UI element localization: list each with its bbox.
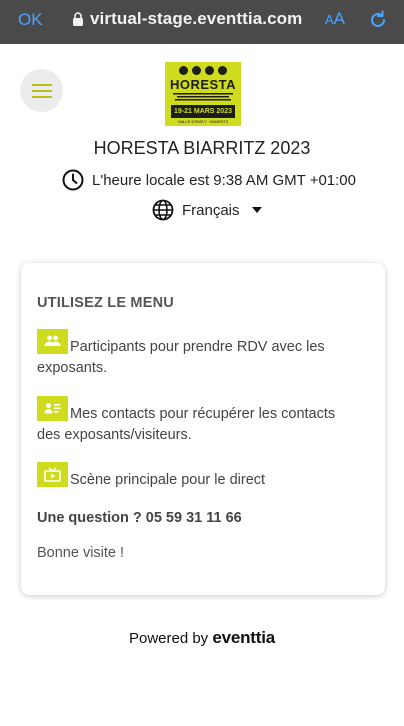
browser-bar: OK virtual-stage.eventtia.com AA: [0, 0, 404, 44]
card-heading: UTILISEZ LE MENU: [37, 295, 174, 311]
contacts-icon: [37, 396, 68, 421]
logo-dot-icon: [218, 66, 227, 75]
logo-date: 19-21 MARS 2023: [171, 105, 235, 118]
logo-word: HORESTA: [169, 77, 237, 92]
info-item-text: Mes contacts pour récupérer les contacts…: [37, 406, 336, 443]
question-text: Une question ? 05 59 31 11 66: [37, 510, 242, 526]
info-item-contacts: Mes contacts pour récupérer les contacts…: [37, 396, 357, 446]
url-text: virtual-stage.eventtia.com: [90, 9, 303, 28]
logo-tagline-lines: [173, 93, 233, 101]
caret-down-icon: [251, 207, 262, 213]
info-card: UTILISEZ LE MENU Participants pour prend…: [21, 263, 385, 595]
globe-icon: [152, 199, 174, 221]
eventtia-logo: eventtia: [212, 628, 276, 647]
menu-button[interactable]: [20, 69, 63, 112]
info-item-text: Scène principale pour le direct: [70, 472, 266, 488]
logo-dot-icon: [179, 66, 188, 75]
event-title: HORESTA BIARRITZ 2023: [93, 138, 311, 158]
info-item-stage: Scène principale pour le direct: [37, 462, 357, 491]
goodbye-text: Bonne visite !: [37, 545, 125, 561]
logo-place: HALLE D'IRATY · BIARRITZ: [177, 119, 229, 124]
powered-by[interactable]: Powered by eventtia: [0, 628, 404, 648]
hamburger-icon: [31, 83, 52, 98]
reload-icon[interactable]: [368, 10, 388, 30]
done-button[interactable]: OK: [18, 10, 43, 30]
lock-icon: [73, 12, 83, 26]
clock-icon: [62, 169, 84, 191]
logo-dot-icon: [205, 66, 214, 75]
logo-dot-icon: [192, 66, 201, 75]
language-label: Français: [182, 201, 240, 219]
text-size-button[interactable]: AA: [325, 9, 345, 29]
powered-by-label: Powered by: [128, 630, 209, 647]
event-logo: HORESTA 19-21 MARS 2023 HALLE D'IRATY · …: [165, 62, 241, 126]
logo-icons: [165, 66, 241, 75]
local-time-text: L'heure locale est 9:38 AM GMT +01:00: [92, 171, 356, 189]
info-item-text: Participants pour prendre RDV avec les e…: [37, 339, 325, 376]
stage-icon: [37, 462, 68, 487]
participants-icon: [37, 329, 68, 354]
local-time: L'heure locale est 9:38 AM GMT +01:00: [62, 169, 356, 191]
info-item-participants: Participants pour prendre RDV avec les e…: [37, 329, 357, 379]
language-selector[interactable]: Français: [152, 199, 262, 221]
address-bar[interactable]: virtual-stage.eventtia.com: [72, 9, 302, 29]
